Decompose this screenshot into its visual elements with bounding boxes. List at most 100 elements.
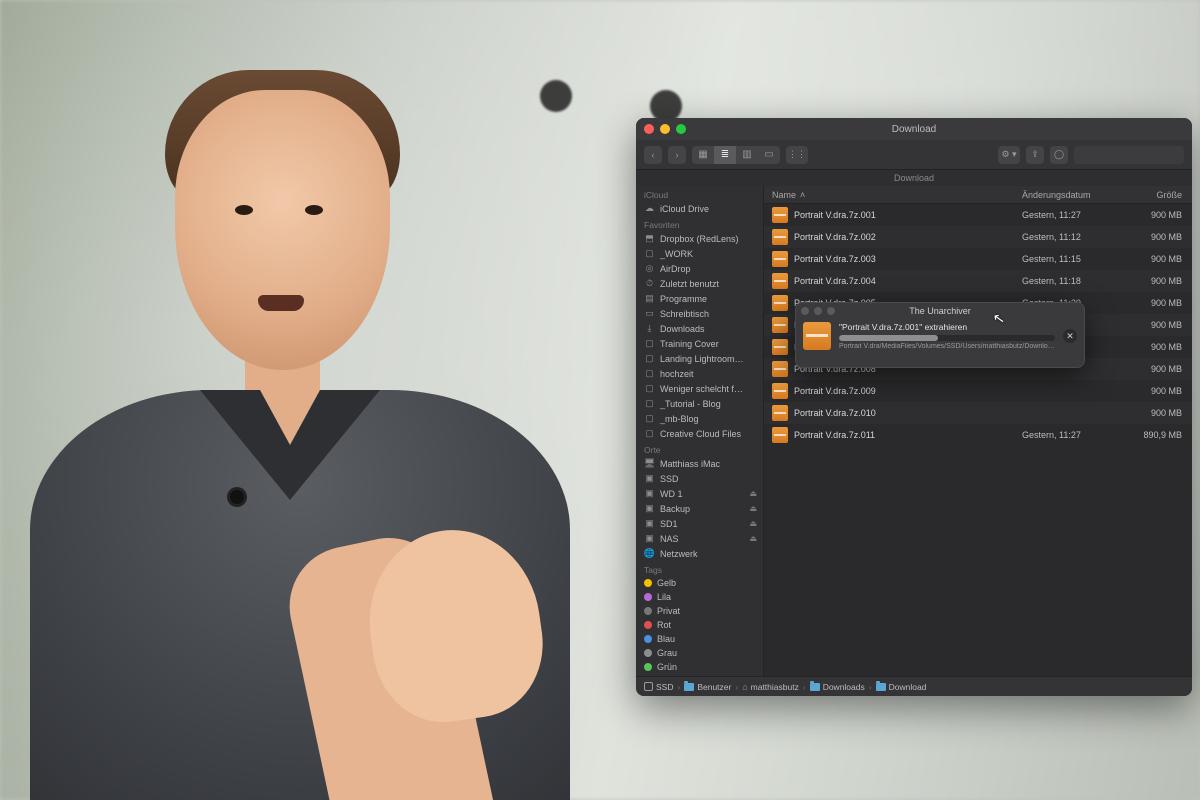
sidebar-item[interactable]: ▭Schreibtisch — [636, 306, 763, 321]
eject-icon[interactable]: ⏏ — [749, 504, 757, 513]
path-crumb[interactable]: Download — [876, 682, 927, 692]
progress-bar — [839, 335, 1055, 341]
sidebar-item[interactable]: ▢Landing Lightroom… — [636, 351, 763, 366]
sidebar-item[interactable]: ☁︎iCloud Drive — [636, 201, 763, 216]
drive-icon: ▣ — [644, 533, 655, 544]
sidebar-item[interactable]: ▢ _mb-Blog — [636, 411, 763, 426]
tag-dot-icon — [644, 579, 652, 587]
path-crumb[interactable]: ⌂matthiasbutz — [742, 682, 799, 692]
column-header-row[interactable]: Name˄ Änderungsdatum Größe — [764, 186, 1192, 204]
sidebar-item[interactable]: ⏱Zuletzt benutzt — [636, 276, 763, 291]
sidebar-item[interactable]: Rot — [636, 618, 763, 632]
file-list-pane: Name˄ Änderungsdatum Größe Portrait V.dr… — [764, 186, 1192, 676]
column-date[interactable]: Änderungsdatum — [1022, 190, 1132, 200]
path-crumb[interactable]: Benutzer — [684, 682, 731, 692]
back-button[interactable]: ‹ — [644, 146, 662, 164]
file-size: 900 MB — [1132, 210, 1192, 220]
home-icon: ⌂ — [742, 682, 747, 692]
finder-sidebar[interactable]: iCloud☁︎iCloud DriveFavoriten⬒Dropbox (R… — [636, 186, 764, 676]
file-row[interactable]: Portrait V.dra.7z.009900 MB — [764, 380, 1192, 402]
sidebar-item[interactable]: Blau — [636, 632, 763, 646]
file-date: Gestern, 11:12 — [1022, 232, 1132, 242]
arrange-button[interactable]: ⋮⋮ — [786, 146, 808, 164]
sidebar-item[interactable]: ▣Backup⏏ — [636, 501, 763, 516]
airdrop-icon: ◎ — [644, 263, 655, 274]
sidebar-item[interactable]: ▣SSD — [636, 471, 763, 486]
sidebar-section-header: iCloud — [636, 186, 763, 201]
sidebar-item[interactable]: ⤓Downloads — [636, 321, 763, 336]
sidebar-item[interactable]: Privat — [636, 604, 763, 618]
sidebar-item[interactable]: ▣WD 1⏏ — [636, 486, 763, 501]
view-icon-grid-icon[interactable]: ▦ — [692, 146, 714, 164]
sidebar-item[interactable]: ▣NAS⏏ — [636, 531, 763, 546]
file-row[interactable]: Portrait V.dra.7z.004Gestern, 11:18900 M… — [764, 270, 1192, 292]
sidebar-item[interactable]: Grau — [636, 646, 763, 660]
file-name: Portrait V.dra.7z.002 — [794, 232, 1022, 242]
presenter-figure — [30, 60, 610, 800]
sidebar-item[interactable]: ▢Creative Cloud Files — [636, 426, 763, 441]
path-label: Download — [636, 170, 1192, 186]
sidebar-item[interactable]: ▢Weniger schelcht f… — [636, 381, 763, 396]
tags-button[interactable]: ◯ — [1050, 146, 1068, 164]
sidebar-item[interactable]: ▤Programme — [636, 291, 763, 306]
file-row[interactable]: Portrait V.dra.7z.010900 MB — [764, 402, 1192, 424]
sidebar-item[interactable]: ▢_WORK — [636, 246, 763, 261]
search-input[interactable] — [1074, 146, 1184, 164]
column-name[interactable]: Name˄ — [764, 190, 1022, 200]
eject-icon[interactable]: ⏏ — [749, 534, 757, 543]
file-row[interactable]: Portrait V.dra.7z.003Gestern, 11:15900 M… — [764, 248, 1192, 270]
unarchiver-titlebar[interactable]: The Unarchiver — [795, 302, 1085, 320]
sidebar-item[interactable]: ⬒Dropbox (RedLens) — [636, 231, 763, 246]
file-list[interactable]: Portrait V.dra.7z.001Gestern, 11:27900 M… — [764, 204, 1192, 676]
folder-icon: ▢ — [644, 338, 655, 349]
view-list-icon[interactable]: ≣ — [714, 146, 736, 164]
dropbox-icon: ⬒ — [644, 233, 655, 244]
sidebar-item[interactable]: Grün — [636, 660, 763, 674]
download-icon: ⤓ — [644, 323, 655, 334]
unarchiver-window: The Unarchiver "Portrait V.dra.7z.001" e… — [795, 302, 1085, 368]
sidebar-item-label: _Tutorial - Blog — [660, 399, 721, 409]
chevron-right-icon: › — [735, 682, 738, 692]
share-button[interactable]: ⇪ — [1026, 146, 1044, 164]
chevron-right-icon: › — [803, 682, 806, 692]
folder-icon: ▢ — [644, 383, 655, 394]
path-crumb[interactable]: Downloads — [810, 682, 865, 692]
sidebar-item[interactable]: Lila — [636, 590, 763, 604]
sidebar-item[interactable]: 🖥Matthiass iMac — [636, 456, 763, 471]
sidebar-item-label: _mb-Blog — [660, 414, 699, 424]
view-mode-segment[interactable]: ▦ ≣ ▥ ▭ — [692, 146, 780, 164]
finder-toolbar: ‹ › ▦ ≣ ▥ ▭ ⋮⋮ ⚙︎ ▾ ⇪ ◯ — [636, 140, 1192, 170]
eject-icon[interactable]: ⏏ — [749, 489, 757, 498]
sidebar-item[interactable]: 🌐Netzwerk — [636, 546, 763, 561]
sidebar-item[interactable]: Gelb — [636, 576, 763, 590]
file-date: Gestern, 11:27 — [1022, 210, 1132, 220]
path-crumb[interactable]: SSD — [644, 682, 673, 692]
unarchiver-path: Portrait V.dra/MediaFiles/Volumes/SSD/Us… — [839, 343, 1055, 350]
path-bar[interactable]: SSD›Benutzer›⌂matthiasbutz›Downloads›Dow… — [636, 676, 1192, 696]
view-columns-icon[interactable]: ▥ — [736, 146, 758, 164]
file-row[interactable]: Portrait V.dra.7z.002Gestern, 11:12900 M… — [764, 226, 1192, 248]
sidebar-item[interactable]: ▢hochzeit — [636, 366, 763, 381]
file-name: Portrait V.dra.7z.010 — [794, 408, 1022, 418]
sidebar-item[interactable]: ◎AirDrop — [636, 261, 763, 276]
sidebar-item[interactable]: ▢Training Cover — [636, 336, 763, 351]
action-menu-button[interactable]: ⚙︎ ▾ — [998, 146, 1020, 164]
cancel-button[interactable]: ✕ — [1063, 329, 1077, 343]
tag-dot-icon — [644, 593, 652, 601]
cursor-icon: ↖ — [992, 309, 1007, 328]
chevron-right-icon: › — [677, 682, 680, 692]
file-row[interactable]: Portrait V.dra.7z.001Gestern, 11:27900 M… — [764, 204, 1192, 226]
tag-dot-icon — [644, 607, 652, 615]
forward-button[interactable]: › — [668, 146, 686, 164]
folder-icon — [810, 683, 820, 691]
sidebar-item[interactable]: ▢_Tutorial - Blog — [636, 396, 763, 411]
folder-icon: ▢ — [644, 413, 655, 424]
view-gallery-icon[interactable]: ▭ — [758, 146, 780, 164]
sidebar-item[interactable]: ▣SD1⏏ — [636, 516, 763, 531]
archive-icon — [772, 251, 788, 267]
column-size[interactable]: Größe — [1132, 190, 1192, 200]
finder-titlebar[interactable]: Download — [636, 118, 1192, 140]
sidebar-item-label: Netzwerk — [660, 549, 698, 559]
file-row[interactable]: Portrait V.dra.7z.011Gestern, 11:27890,9… — [764, 424, 1192, 446]
eject-icon[interactable]: ⏏ — [749, 519, 757, 528]
